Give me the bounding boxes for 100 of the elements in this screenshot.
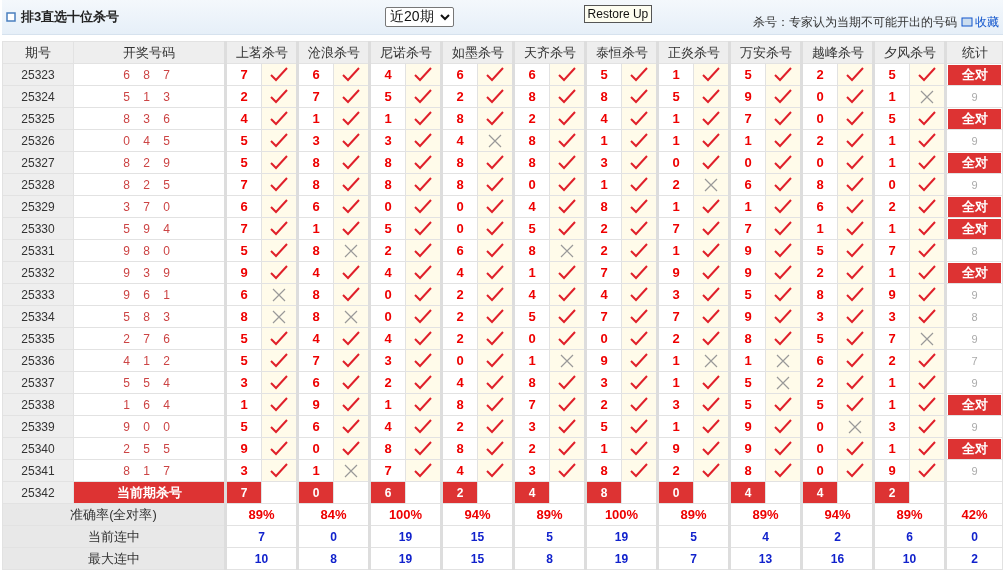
- kill-number: 5: [729, 283, 766, 306]
- draw-numbers: 5 5 4: [73, 371, 226, 394]
- draw-numbers: 8 3 6: [73, 107, 226, 130]
- kill-number: 5: [369, 85, 406, 108]
- kill-number: 2: [513, 437, 550, 460]
- kill-number: 6: [801, 349, 838, 372]
- kill-number: 5: [729, 371, 766, 394]
- column-header: 期号: [2, 41, 74, 64]
- period-select[interactable]: 近20期: [385, 7, 454, 27]
- draw-numbers: 6 8 7: [73, 63, 226, 86]
- current-kill-number: 7: [225, 481, 262, 504]
- summary-label: 准确率(全对率): [2, 503, 226, 526]
- kill-number: 4: [369, 415, 406, 438]
- kill-number: 8: [513, 85, 550, 108]
- draw-numbers: 8 2 5: [73, 173, 226, 196]
- current-kill-number: 0: [297, 481, 334, 504]
- accuracy-value: 89%: [873, 503, 946, 526]
- kill-number: 3: [369, 129, 406, 152]
- kill-number: 0: [873, 173, 910, 196]
- accuracy-value: 89%: [225, 503, 298, 526]
- current-kill-number: 8: [585, 481, 622, 504]
- column-header: 开奖号码: [73, 41, 226, 64]
- all-correct-badge: 全对: [948, 438, 1001, 459]
- kill-number: 1: [873, 393, 910, 416]
- kill-number: 8: [801, 283, 838, 306]
- accuracy-value: 100%: [369, 503, 442, 526]
- kill-number: 5: [513, 305, 550, 328]
- kill-number: 0: [369, 283, 406, 306]
- period-cell: 25333: [2, 283, 74, 306]
- kill-number: 9: [225, 261, 262, 284]
- streak-value: 6: [873, 525, 946, 548]
- draw-numbers: 5 9 4: [73, 217, 226, 240]
- kill-number: 5: [585, 63, 622, 86]
- kill-number: 3: [801, 305, 838, 328]
- kill-number: 6: [297, 63, 334, 86]
- kill-number: 0: [441, 217, 478, 240]
- draw-numbers: 5 1 3: [73, 85, 226, 108]
- period-cell: 25330: [2, 217, 74, 240]
- kill-number: 2: [585, 393, 622, 416]
- kill-number: 2: [441, 283, 478, 306]
- kill-number: 6: [729, 173, 766, 196]
- kill-number: 9: [729, 261, 766, 284]
- kill-number: 4: [441, 129, 478, 152]
- kill-number: 6: [297, 415, 334, 438]
- kill-number: 3: [873, 415, 910, 438]
- kill-number: 5: [873, 63, 910, 86]
- kill-number: 7: [225, 217, 262, 240]
- kill-number: 3: [585, 371, 622, 394]
- all-correct-badge: 全对: [948, 196, 1001, 217]
- kill-number: 8: [513, 371, 550, 394]
- kill-number: 2: [369, 371, 406, 394]
- kill-number: 0: [801, 437, 838, 460]
- accuracy-value: 84%: [297, 503, 370, 526]
- kill-number: 1: [513, 349, 550, 372]
- kill-number: 1: [657, 107, 694, 130]
- draw-numbers: 1 6 4: [73, 393, 226, 416]
- kill-number: 1: [297, 217, 334, 240]
- streak-value: 15: [441, 525, 514, 548]
- kill-number: 9: [729, 437, 766, 460]
- kill-number: 4: [585, 107, 622, 130]
- hit-count: 9: [971, 420, 978, 433]
- streak-value: 10: [225, 547, 298, 570]
- hit-count: 9: [971, 332, 978, 345]
- kill-number: 9: [729, 305, 766, 328]
- bookmark-link[interactable]: 收藏: [961, 13, 999, 31]
- period-cell: 25332: [2, 261, 74, 284]
- kill-number: 4: [513, 283, 550, 306]
- draw-numbers: 2 5 5: [73, 437, 226, 460]
- period-cell: 25328: [2, 173, 74, 196]
- kill-number: 1: [873, 85, 910, 108]
- accuracy-value: 94%: [801, 503, 874, 526]
- period-cell: 25324: [2, 85, 74, 108]
- kill-number: 2: [585, 239, 622, 262]
- kill-number: 8: [369, 173, 406, 196]
- draw-numbers: 5 8 3: [73, 305, 226, 328]
- kill-number: 8: [585, 195, 622, 218]
- streak-value: 8: [297, 547, 370, 570]
- kill-number: 2: [441, 85, 478, 108]
- kill-number: 4: [441, 261, 478, 284]
- kill-number: 1: [873, 437, 910, 460]
- streak-value: 5: [513, 525, 586, 548]
- kill-number: 5: [225, 239, 262, 262]
- kill-number: 8: [513, 151, 550, 174]
- kill-number: 8: [297, 283, 334, 306]
- kill-number: 1: [729, 349, 766, 372]
- streak-value: 7: [657, 547, 730, 570]
- kill-number: 8: [297, 173, 334, 196]
- kill-number: 1: [657, 129, 694, 152]
- kill-number: 5: [225, 151, 262, 174]
- kill-number: 1: [657, 239, 694, 262]
- kill-number: 8: [441, 107, 478, 130]
- kill-number: 4: [585, 283, 622, 306]
- streak-value: 7: [225, 525, 298, 548]
- kill-number: 3: [513, 459, 550, 482]
- kill-number: 0: [441, 349, 478, 372]
- kill-number: 7: [657, 305, 694, 328]
- streak-value: 5: [657, 525, 730, 548]
- kill-number: 2: [657, 327, 694, 350]
- current-kill-number: 4: [513, 481, 550, 504]
- hit-count: 9: [971, 376, 978, 389]
